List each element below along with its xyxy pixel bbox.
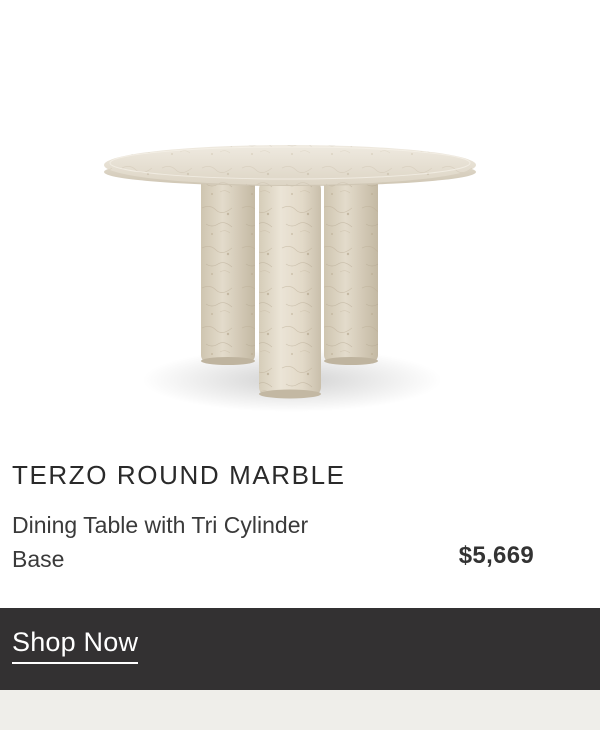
shop-now-bar: Shop Now xyxy=(0,608,600,690)
table-leg-back-right xyxy=(324,175,378,365)
table-illustration xyxy=(104,145,476,412)
footer-strip xyxy=(0,690,600,730)
table-leg-front xyxy=(259,180,321,399)
table-top xyxy=(104,145,476,186)
product-card: TERZO ROUND MARBLE Dining Table with Tri… xyxy=(0,0,600,730)
table-leg-back-left xyxy=(201,175,255,365)
product-image[interactable] xyxy=(0,0,600,440)
product-subtitle: Dining Table with Tri Cylinder Base xyxy=(12,512,309,572)
shop-now-link[interactable]: Shop Now xyxy=(12,627,139,664)
product-title[interactable]: TERZO ROUND MARBLE xyxy=(12,460,346,491)
product-price: $5,669 xyxy=(458,542,534,569)
